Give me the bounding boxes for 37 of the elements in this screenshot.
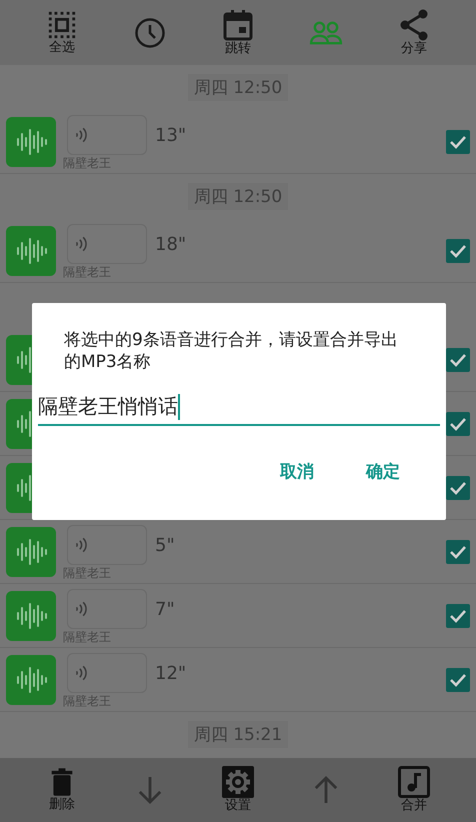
checkbox[interactable] — [446, 540, 470, 564]
dialog-button[interactable]: 取消 — [276, 456, 318, 487]
toolbar-label[interactable]: 设置 — [225, 798, 251, 814]
sound-wave-icon — [74, 235, 89, 253]
toolbar-label[interactable]: 分享 — [401, 40, 427, 56]
settings-icon[interactable] — [222, 766, 254, 798]
calendar-icon[interactable] — [222, 8, 254, 40]
select-all-icon[interactable] — [47, 10, 77, 40]
trash-icon[interactable] — [50, 767, 74, 797]
music-note-icon[interactable] — [398, 766, 430, 798]
duration-text: 13" — [155, 124, 186, 146]
sound-wave-icon — [74, 600, 89, 618]
sound-wave-icon — [74, 664, 89, 682]
dialog-button[interactable]: 确定 — [362, 456, 404, 487]
sound-wave-icon — [74, 536, 89, 554]
checkbox[interactable] — [446, 130, 470, 154]
sound-wave-icon — [74, 126, 89, 144]
up-arrow-icon[interactable] — [313, 775, 339, 805]
checkbox[interactable] — [446, 476, 470, 500]
down-arrow-icon[interactable] — [137, 775, 163, 805]
dialog-message: 将选中的9条语音进行合并，请设置合并导出的MP3名称 — [63, 329, 399, 373]
share-icon[interactable] — [398, 8, 430, 40]
checkbox[interactable] — [446, 412, 470, 436]
checkbox[interactable] — [446, 238, 470, 262]
toolbar-label[interactable]: 全选 — [49, 40, 75, 56]
duration-text: 18" — [155, 234, 186, 254]
toolbar-label[interactable]: 删除 — [49, 797, 75, 813]
duration-text: 5" — [155, 534, 175, 556]
checkbox[interactable] — [446, 348, 470, 372]
duration-text: 12" — [155, 662, 186, 684]
name-input-field[interactable]: 隔壁老王悄悄话 — [38, 387, 440, 426]
checkbox[interactable] — [446, 668, 470, 692]
clock-icon[interactable] — [134, 16, 166, 48]
duration-text: 7" — [155, 598, 175, 620]
toolbar-label[interactable]: 跳转 — [225, 40, 251, 56]
toolbar-label[interactable]: 合并 — [401, 798, 427, 814]
checkbox[interactable] — [446, 604, 470, 628]
